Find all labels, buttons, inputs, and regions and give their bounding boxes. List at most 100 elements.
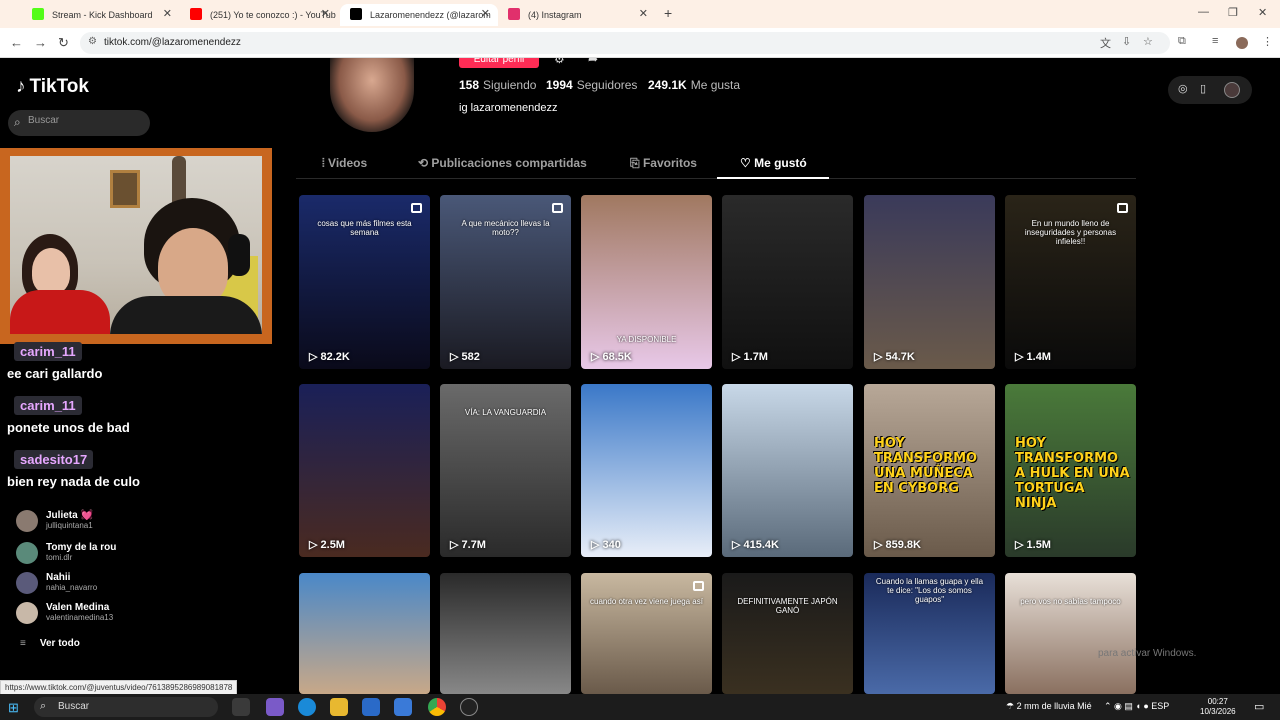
- tiktok-logo[interactable]: ♪ TikTok: [16, 76, 89, 98]
- file-explorer-icon[interactable]: [330, 698, 348, 716]
- user-avatar[interactable]: [1224, 82, 1240, 98]
- play-icon: ▷: [591, 351, 603, 363]
- taskbar-clock[interactable]: 00:27 10/3/2026: [1200, 697, 1236, 717]
- video-thumbnail[interactable]: ▷ 2.5M: [299, 384, 430, 557]
- video-thumbnail[interactable]: ▷ 340: [581, 384, 712, 557]
- close-icon[interactable]: ✕: [321, 7, 330, 20]
- extensions-icon[interactable]: ⧉: [1178, 35, 1186, 48]
- play-icon: ▷: [591, 539, 603, 551]
- share-icon[interactable]: ➦: [588, 58, 598, 66]
- play-icon: ▷: [874, 351, 886, 363]
- tab-videos[interactable]: ⦙ Videos: [322, 156, 367, 171]
- windows-start-icon[interactable]: ⊞: [8, 700, 19, 716]
- maximize-button[interactable]: ❐: [1228, 6, 1238, 19]
- address-bar: ← → ↻ ⚙ tiktok.com/@lazaromenendezz 文 ⇩ …: [0, 28, 1280, 58]
- new-tab-button[interactable]: +: [664, 5, 672, 21]
- view-count: ▷ 582: [450, 351, 480, 363]
- tab-search-icon[interactable]: ≡: [1212, 35, 1218, 47]
- phone-icon[interactable]: ▯: [1200, 82, 1206, 95]
- play-icon: ▷: [1015, 539, 1027, 551]
- task-view-icon[interactable]: [232, 698, 250, 716]
- search-box[interactable]: ⌕: [8, 110, 150, 136]
- obs-icon[interactable]: [460, 698, 478, 716]
- video-thumbnail[interactable]: ▷ 1.7M: [722, 195, 853, 369]
- settings-icon[interactable]: ⚙: [554, 58, 565, 66]
- notification-icon[interactable]: ▭: [1254, 700, 1264, 713]
- view-count: ▷ 68.5K: [591, 351, 632, 363]
- play-icon: ▷: [732, 539, 744, 551]
- forward-button[interactable]: →: [34, 35, 47, 50]
- tab-favorites[interactable]: ⎘ Favoritos: [630, 156, 697, 171]
- tab-reposts[interactable]: ⟲ Publicaciones compartidas: [418, 156, 587, 170]
- url-field[interactable]: ⚙ tiktok.com/@lazaromenendezz: [80, 32, 1170, 54]
- person-left-face: [32, 248, 70, 294]
- followers-stat[interactable]: 1994 Seguidores: [546, 78, 637, 92]
- install-icon[interactable]: ⇩: [1122, 35, 1131, 48]
- reload-button[interactable]: ↻: [58, 35, 69, 51]
- compass-icon[interactable]: ◎: [1178, 82, 1188, 95]
- store-icon[interactable]: [362, 698, 380, 716]
- avatar: [16, 510, 38, 532]
- video-thumbnail[interactable]: [299, 573, 430, 694]
- video-thumbnail[interactable]: HOY TRANSFORMO A HULK EN UNA TORTUGA NIN…: [1005, 384, 1136, 557]
- video-thumbnail[interactable]: cuando otra vez viene juega así: [581, 573, 712, 694]
- play-icon: ▷: [732, 351, 744, 363]
- rain-icon: ☂: [1006, 701, 1017, 711]
- chrome-icon[interactable]: [428, 698, 446, 716]
- browser-tab-youtube[interactable]: (251) Yo te conozco :) - YouTub ✕: [180, 4, 338, 26]
- webcam-overlay: [0, 148, 272, 344]
- view-count: ▷ 82.2K: [309, 351, 350, 363]
- close-window-button[interactable]: ✕: [1258, 6, 1267, 19]
- top-right-tools: ◎ ▯: [1168, 76, 1252, 104]
- video-thumbnail[interactable]: DEFINITIVAMENTE JAPÓN GANÓ: [722, 573, 853, 694]
- bookmark-star-icon[interactable]: ☆: [1143, 35, 1153, 48]
- video-thumbnail[interactable]: Cuando la llamas guapa y ella te dice: "…: [864, 573, 995, 694]
- video-thumbnail[interactable]: ▷ 415.4K: [722, 384, 853, 557]
- video-thumbnail[interactable]: A que mecánico llevas la moto?? ▷ 582: [440, 195, 571, 369]
- edit-profile-button[interactable]: Editar perfil: [459, 58, 539, 68]
- taskbar-search[interactable]: ⌕ Buscar: [34, 697, 218, 717]
- browser-tab-tiktok[interactable]: Lazaromenendezz (@lazarom ✕: [340, 4, 498, 26]
- back-button[interactable]: ←: [10, 35, 23, 50]
- following-stat[interactable]: 158 Siguiendo: [459, 78, 536, 92]
- profile-avatar[interactable]: [1236, 37, 1248, 49]
- avatar: [16, 602, 38, 624]
- video-thumbnail[interactable]: [440, 573, 571, 694]
- browser-tab-kick[interactable]: Stream - Kick Dashboard ✕: [22, 4, 180, 26]
- tab-liked[interactable]: ♡ Me gustó: [740, 156, 807, 170]
- browser-tab-instagram[interactable]: (4) Instagram ✕: [498, 4, 656, 26]
- play-icon: ▷: [450, 539, 462, 551]
- video-thumbnail[interactable]: pero vos no sabías tampoco: [1005, 573, 1136, 694]
- photo-carousel-icon: [411, 203, 422, 213]
- video-caption: YA DISPONIBLE: [616, 335, 677, 344]
- copilot-icon[interactable]: [266, 698, 284, 716]
- close-icon[interactable]: ✕: [639, 7, 648, 20]
- close-icon[interactable]: ✕: [481, 7, 490, 20]
- play-icon: ▷: [309, 539, 321, 551]
- wifi-icon: ⌃ ◉ ▤ ◖ ●: [1104, 701, 1152, 711]
- video-thumbnail[interactable]: ▷ 54.7K: [864, 195, 995, 369]
- site-info-icon[interactable]: ⚙: [88, 36, 97, 47]
- instagram-icon: [508, 8, 520, 20]
- translate-icon[interactable]: 文: [1100, 35, 1111, 51]
- play-icon: ▷: [450, 351, 462, 363]
- tiktok-note-icon: ♪: [16, 76, 26, 97]
- avatar: [16, 542, 38, 564]
- search-input[interactable]: [28, 115, 143, 126]
- video-thumbnail[interactable]: VÍA: LA VANGUARDIA ▷ 7.7M: [440, 384, 571, 557]
- video-thumbnail[interactable]: YA DISPONIBLE ▷ 68.5K: [581, 195, 712, 369]
- video-thumbnail[interactable]: HOY TRANSFORMO UNA MUÑECA EN CYBORG ▷ 859…: [864, 384, 995, 557]
- profile-bio: ig lazaromenendezz: [459, 102, 558, 114]
- see-all-link[interactable]: ≡ Ver todo: [20, 638, 80, 649]
- video-thumbnail[interactable]: cosas que más filmes esta semana ▷ 82.2K: [299, 195, 430, 369]
- outlook-icon[interactable]: [394, 698, 412, 716]
- play-icon: ▷: [1015, 351, 1027, 363]
- view-count: ▷ 54.7K: [874, 351, 915, 363]
- system-tray[interactable]: ⌃ ◉ ▤ ◖ ● ESP: [1104, 701, 1169, 712]
- weather-widget[interactable]: ☂ 2 mm de lluvia Mié: [1006, 701, 1092, 712]
- close-icon[interactable]: ✕: [163, 7, 172, 20]
- edge-icon[interactable]: [298, 698, 316, 716]
- menu-icon[interactable]: ⋮: [1262, 35, 1273, 48]
- minimize-button[interactable]: —: [1198, 6, 1209, 18]
- video-thumbnail[interactable]: En un mundo lleno de inseguridades y per…: [1005, 195, 1136, 369]
